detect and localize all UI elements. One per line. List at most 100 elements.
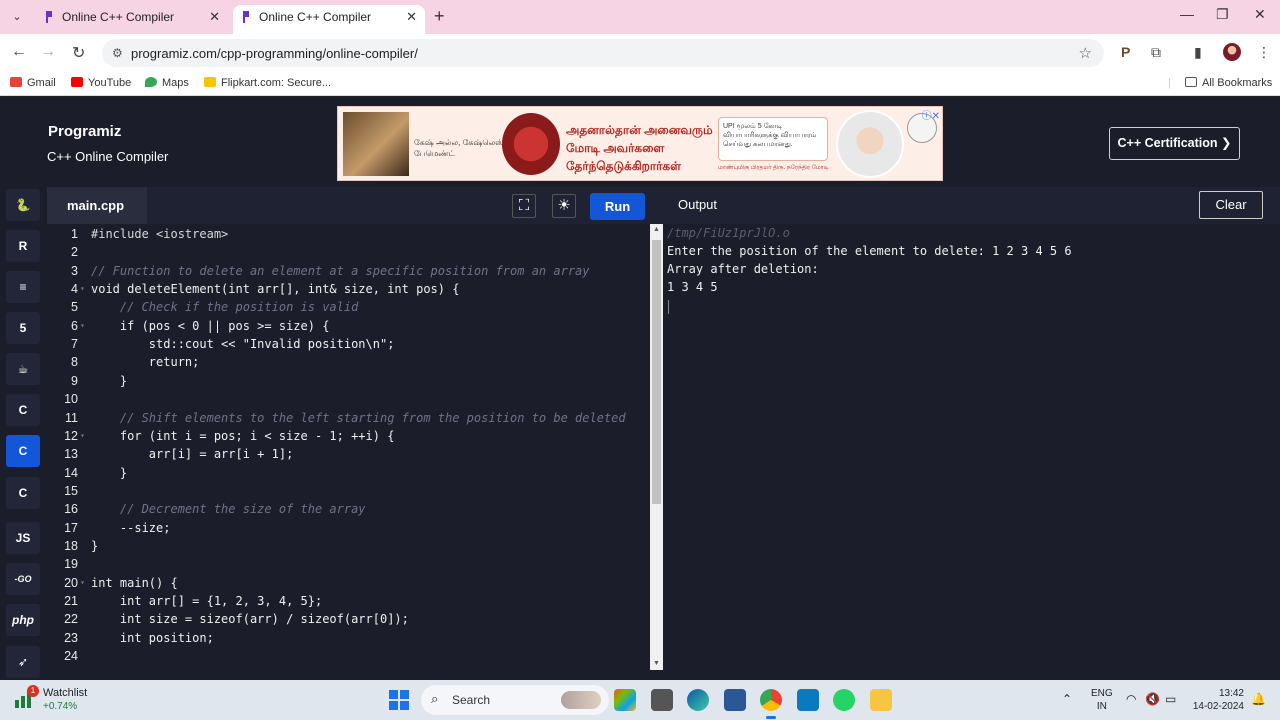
output-console[interactable]: /tmp/FiUz1prJlO.o Enter the position of … xyxy=(663,224,1280,680)
code-line[interactable]: 3 // Function to delete an element at a s… xyxy=(47,262,650,280)
address-bar[interactable]: ⚙ programiz.com/cpp-programming/online-c… xyxy=(102,39,1104,67)
code-line[interactable]: 7 std::cout << "Invalid position\n"; xyxy=(47,335,650,353)
site-info-icon[interactable]: ⚙ xyxy=(112,46,123,60)
close-tab-icon[interactable]: ✕ xyxy=(209,5,220,29)
back-icon[interactable]: ← xyxy=(11,43,27,61)
copilot-icon[interactable] xyxy=(614,689,636,711)
notification-bell-icon[interactable]: 🔔 xyxy=(1251,692,1266,706)
tray-overflow-icon[interactable]: ⌃ xyxy=(1062,692,1072,706)
whatsapp-icon[interactable] xyxy=(833,689,855,711)
code-line[interactable]: 1 #include <iostream> xyxy=(47,225,650,243)
code-line[interactable]: 9 } xyxy=(47,372,650,390)
programiz-logo[interactable]: Programiz xyxy=(48,123,121,140)
volume-muted-icon[interactable]: 🔇 xyxy=(1145,692,1160,706)
fold-toggle-icon[interactable]: ▾ xyxy=(80,280,85,298)
code-line[interactable]: 13 arr[i] = arr[i + 1]; xyxy=(47,445,650,463)
task-view-icon[interactable] xyxy=(651,689,673,711)
extensions-puzzle-icon[interactable]: ⧉ xyxy=(1151,44,1161,61)
close-tab-icon[interactable]: ✕ xyxy=(406,5,417,29)
wifi-icon[interactable]: ◠ xyxy=(1126,692,1136,706)
file-tab-main-cpp[interactable]: main.cpp xyxy=(47,187,147,224)
chrome-icon[interactable] xyxy=(760,689,782,719)
code-line[interactable]: 19 xyxy=(47,555,650,573)
profile-avatar[interactable] xyxy=(1223,43,1241,61)
file-explorer-icon[interactable] xyxy=(870,689,892,711)
browser-tab-2[interactable]: Online C++ Compiler ✕ xyxy=(233,5,425,34)
rail-csharp-icon[interactable]: C xyxy=(6,477,40,509)
code-line[interactable]: 8 return; xyxy=(47,353,650,371)
rail-php-icon[interactable]: php xyxy=(6,604,40,636)
language-indicator[interactable]: ENG IN xyxy=(1091,687,1113,713)
bookmark-star-icon[interactable]: ☆ xyxy=(1079,44,1092,62)
editor-scrollbar[interactable]: ▲ ▼ xyxy=(650,224,663,670)
rail-java-icon[interactable]: ☕ xyxy=(6,353,40,385)
fullscreen-icon[interactable]: ⛶ xyxy=(512,194,536,218)
close-window-icon[interactable]: ✕ xyxy=(1254,6,1266,23)
code-editor[interactable]: 1 #include <iostream> 2 3// Function to del… xyxy=(47,224,650,680)
rail-cpp-icon[interactable]: C xyxy=(6,435,40,467)
watchlist-title[interactable]: Watchlist xyxy=(43,687,87,699)
rail-html-icon[interactable]: 5 xyxy=(6,312,40,344)
system-clock[interactable]: 13:42 14-02-2024 xyxy=(1190,687,1244,713)
code-line[interactable]: 18} xyxy=(47,537,650,555)
code-line[interactable]: 24 xyxy=(47,647,650,665)
tab-search-button[interactable]: ⌄ xyxy=(8,8,26,26)
ad-close-icon[interactable]: ⓘ✕ xyxy=(922,107,940,122)
code-line[interactable]: 10 xyxy=(47,390,650,408)
remote-desktop-icon[interactable] xyxy=(797,689,819,711)
theme-toggle-icon[interactable]: ☀ xyxy=(552,194,576,218)
new-tab-icon[interactable]: + xyxy=(434,6,445,27)
run-button[interactable]: Run xyxy=(590,193,645,220)
all-bookmarks[interactable]: All Bookmarks xyxy=(1185,77,1272,89)
rail-sql-icon[interactable]: ≡ xyxy=(6,271,40,303)
reload-icon[interactable]: ↻ xyxy=(72,43,85,63)
scroll-up-icon[interactable]: ▲ xyxy=(650,224,663,236)
code-line[interactable]: 23 int position; xyxy=(47,629,650,647)
rail-c-icon[interactable]: C xyxy=(6,394,40,426)
edge-icon[interactable] xyxy=(687,689,709,711)
menu-kebab-icon[interactable]: ⋮ xyxy=(1257,44,1271,61)
rail-r-icon[interactable]: R xyxy=(6,230,40,262)
bookmark-gmail[interactable]: Gmail xyxy=(10,77,56,89)
code-line[interactable]: 12 ▾ for (int i = pos; i < size - 1; ++i)… xyxy=(47,427,650,445)
forward-icon[interactable]: → xyxy=(40,43,56,61)
code-line[interactable]: 11 // Shift elements to the left startin… xyxy=(47,409,650,427)
code-line[interactable]: 5 // Check if the position is valid xyxy=(47,298,650,316)
restore-icon[interactable]: ❐ xyxy=(1216,6,1229,23)
certification-button[interactable]: C++ Certification ❯ xyxy=(1109,127,1240,160)
fold-toggle-icon[interactable]: ▾ xyxy=(80,574,85,592)
code-line[interactable]: 15 xyxy=(47,482,650,500)
code-line[interactable]: 20 ▾ int main() { xyxy=(47,574,650,592)
rail-swift-icon[interactable]: ➶ xyxy=(6,646,40,678)
side-panel-icon[interactable]: ▮ xyxy=(1194,44,1202,61)
bookmark-youtube[interactable]: YouTube xyxy=(71,77,131,89)
code-line[interactable]: 16 // Decrement the size of the array xyxy=(47,500,650,518)
taskbar-search[interactable]: ⌕ Search xyxy=(421,685,609,715)
code-line[interactable]: 22 int size = sizeof(arr) / sizeof(arr[0… xyxy=(47,610,650,628)
code-text: std::cout << "Invalid position\n"; xyxy=(91,337,395,352)
extension-icon[interactable]: P xyxy=(1121,44,1130,60)
store-icon[interactable] xyxy=(724,689,746,711)
fold-toggle-icon[interactable]: ▾ xyxy=(80,427,85,445)
fold-toggle-icon[interactable]: ▾ xyxy=(80,317,85,335)
code-text: } xyxy=(91,373,128,388)
code-line[interactable]: 14 } xyxy=(47,464,650,482)
rail-go-icon[interactable]: -GO xyxy=(6,563,40,595)
rail-js-icon[interactable]: JS xyxy=(6,522,40,554)
bookmark-maps[interactable]: Maps xyxy=(145,77,189,89)
code-line[interactable]: 6 ▾ if (pos < 0 || pos >= size) { xyxy=(47,317,650,335)
rail-python-icon[interactable]: 🐍 xyxy=(6,189,40,221)
bookmark-flipkart[interactable]: Flipkart.com: Secure... xyxy=(204,77,331,89)
code-line[interactable]: 21 int arr[] = {1, 2, 3, 4, 5}; xyxy=(47,592,650,610)
battery-icon[interactable]: ▭ xyxy=(1165,692,1176,706)
windows-start-icon[interactable] xyxy=(389,690,409,710)
advertisement-banner[interactable]: கேஷ் அல்ல, கேஷ்லெஸ் பேமெண்ட் அதனால்தான் … xyxy=(337,106,943,181)
scrollbar-thumb[interactable] xyxy=(652,240,661,504)
minimize-icon[interactable]: — xyxy=(1180,6,1194,22)
scroll-down-icon[interactable]: ▼ xyxy=(650,658,663,670)
code-line[interactable]: 4 ▾ void deleteElement(int arr[], int& siz… xyxy=(47,280,650,298)
code-line[interactable]: 17 --size; xyxy=(47,519,650,537)
code-line[interactable]: 2 xyxy=(47,243,650,261)
browser-tab-1[interactable]: Online C++ Compiler ✕ xyxy=(36,5,228,34)
clear-button[interactable]: Clear xyxy=(1199,191,1263,219)
